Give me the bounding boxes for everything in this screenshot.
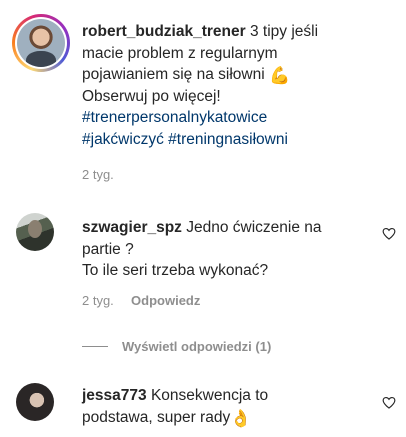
view-replies-label[interactable]: Wyświetl odpowiedzi (1) <box>122 339 271 354</box>
like-heart-icon[interactable] <box>382 396 396 409</box>
commenter-username[interactable]: jessa773 <box>82 387 147 404</box>
caption-line-1: 3 tipy jeśli <box>245 23 319 40</box>
ok-hand-icon: 👌 <box>230 408 252 428</box>
commenter-username[interactable]: szwagier_spz <box>82 219 182 236</box>
divider-dash <box>82 346 108 347</box>
flexed-biceps-icon: 💪 <box>268 66 291 85</box>
comment-meta: 2 tyg. Odpowiedz <box>82 293 200 308</box>
post-caption: robert_budziak_trener 3 tipy jeśli macie… <box>82 21 392 150</box>
caption-line-4: Obserwuj po więcej! <box>82 87 221 105</box>
reply-button[interactable]: Odpowiedz <box>131 293 200 308</box>
comment-text: jessa773 Konsekwencja to podstawa, super… <box>82 385 372 428</box>
like-heart-icon[interactable] <box>382 227 396 240</box>
commenter-avatar[interactable] <box>16 213 54 251</box>
author-username[interactable]: robert_budziak_trener <box>82 23 246 40</box>
comment-line-2: partie ? <box>82 240 134 258</box>
commenter-avatar[interactable] <box>16 383 54 421</box>
comment-line-3: To ile seri trzeba wykonać? <box>82 262 269 279</box>
view-replies-button[interactable]: Wyświetl odpowiedzi (1) <box>82 339 271 354</box>
comment-line-2: podstawa, super rady <box>82 408 231 426</box>
comment-line-1: Konsekwencja to <box>146 387 269 404</box>
caption-timestamp[interactable]: 2 tyg. <box>82 167 114 182</box>
hashtag-link[interactable]: #trenerpersonalnykatowice <box>82 109 267 126</box>
comment-line-1: Jedno ćwiczenie na <box>181 219 322 236</box>
hashtag-link[interactable]: #jakćwiczyć <box>82 131 164 148</box>
comment-timestamp[interactable]: 2 tyg. <box>82 293 114 308</box>
hashtag-link[interactable]: #treningnasiłowni <box>168 131 288 148</box>
caption-line-2: macie problem z regularnym <box>82 44 278 62</box>
comment-text: szwagier_spz Jedno ćwiczenie na partie ?… <box>82 217 372 282</box>
caption-line-3: pojawianiem się na siłowni <box>82 66 269 83</box>
author-avatar[interactable] <box>12 14 70 72</box>
